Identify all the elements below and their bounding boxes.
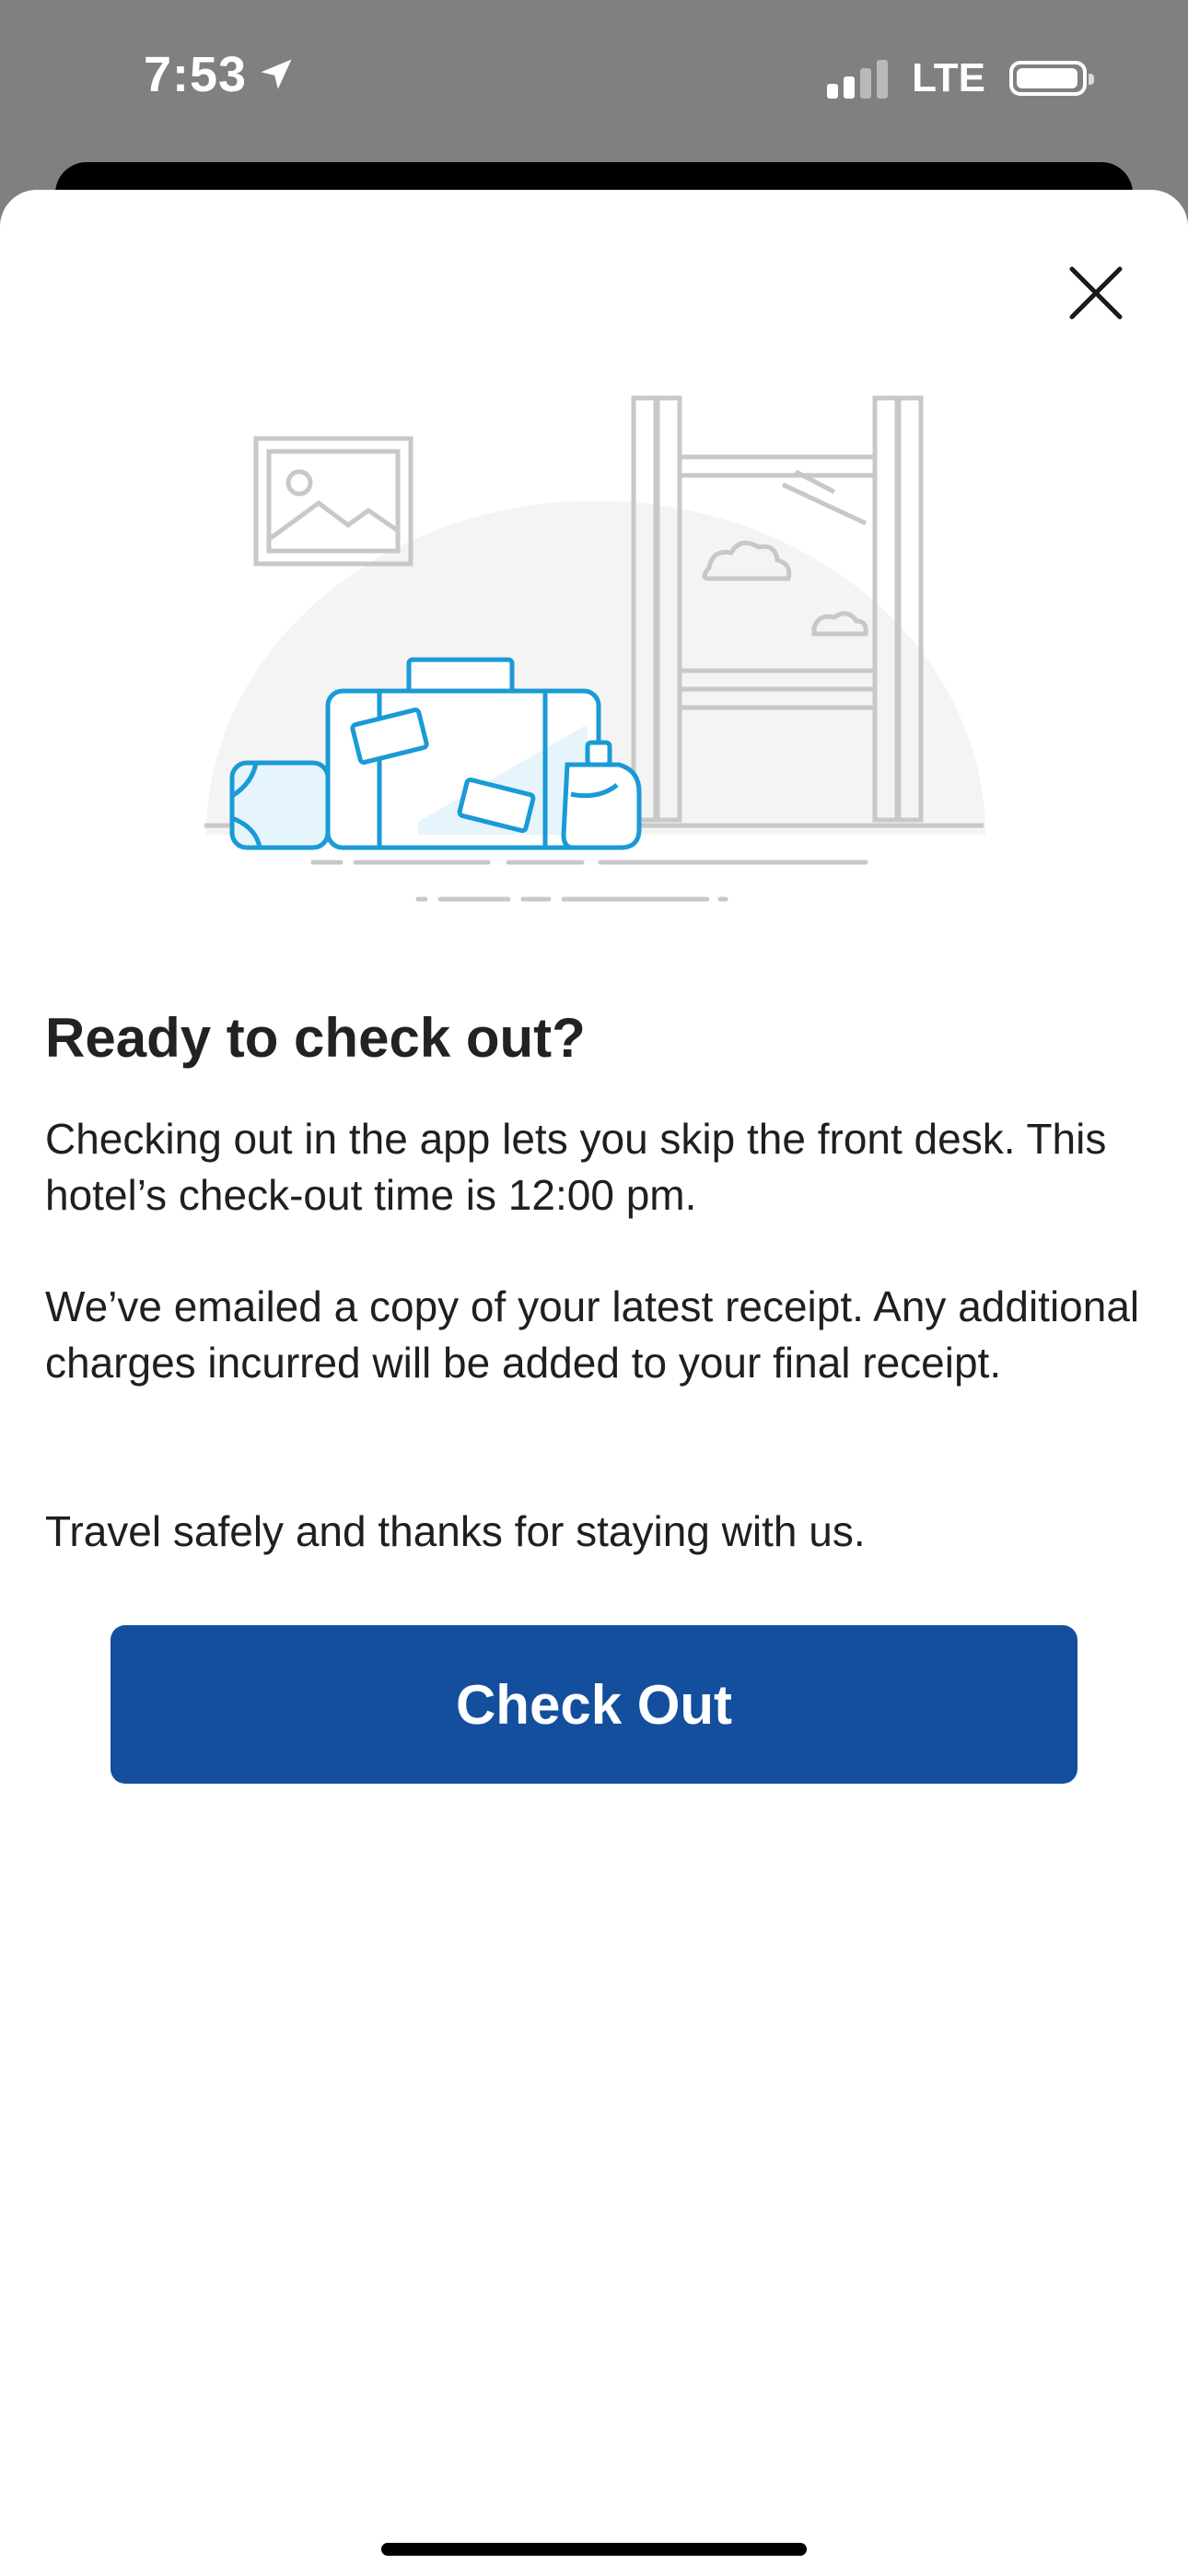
battery-icon xyxy=(1009,61,1094,96)
status-time: 7:53 xyxy=(144,46,297,103)
signal-icon xyxy=(827,58,889,99)
check-out-button[interactable]: Check Out xyxy=(111,1625,1077,1784)
status-bar: 7:53 LTE xyxy=(0,0,1188,166)
checkout-info-text: Checking out in the app lets you skip th… xyxy=(45,1115,1107,1219)
close-icon xyxy=(1069,266,1123,320)
farewell-text: Travel safely and thanks for staying wit… xyxy=(45,1507,866,1555)
luggage-hotel-window-illustration xyxy=(204,395,985,902)
close-button[interactable] xyxy=(1059,256,1133,330)
checkout-modal: Ready to check out? Checking out in the … xyxy=(0,190,1188,2576)
home-indicator[interactable] xyxy=(381,2543,807,2556)
page-title: Ready to check out? xyxy=(45,1007,586,1069)
network-type: LTE xyxy=(912,55,985,100)
location-arrow-icon xyxy=(261,59,292,89)
status-indicators: LTE xyxy=(827,55,1094,101)
receipt-info-text: We’ve emailed a copy of your latest rece… xyxy=(45,1282,1140,1387)
status-time-text: 7:53 xyxy=(144,47,248,102)
picture-frame-icon xyxy=(253,436,413,567)
